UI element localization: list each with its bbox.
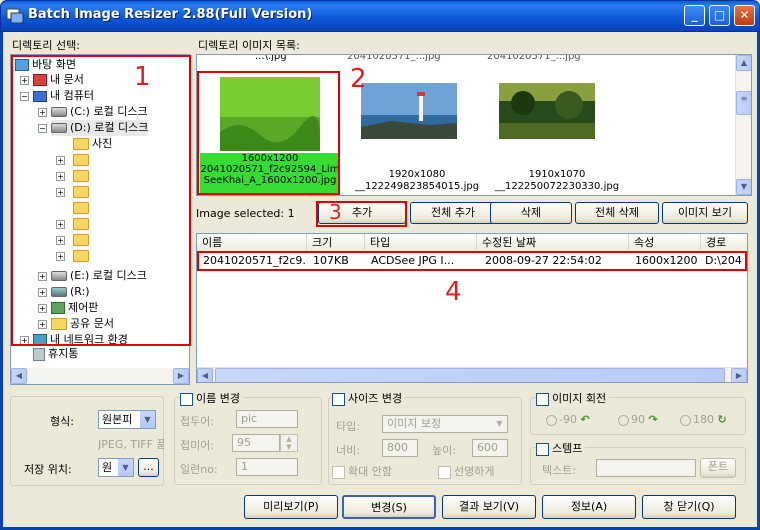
- resize-type-label: 타입:: [336, 420, 360, 433]
- preview-button[interactable]: 미리보기(P): [244, 495, 338, 519]
- checkbox-icon[interactable]: [332, 465, 345, 479]
- info-button[interactable]: 정보(A): [542, 495, 636, 519]
- scroll-left-icon[interactable]: ◀: [11, 368, 27, 384]
- annotation-box-1: [11, 55, 191, 346]
- window-title: Batch Image Resizer 2.88(Full Version): [28, 7, 313, 22]
- tree-item-recycle-bin[interactable]: 휴지통: [33, 346, 78, 362]
- checkbox-icon[interactable]: [180, 392, 193, 406]
- no-enlarge-checkbox[interactable]: 확대 안함: [332, 463, 392, 479]
- table-header: 이름 크기 타입 수정된 날짜 속성 경로: [197, 234, 747, 252]
- column-header-size[interactable]: 크기: [307, 234, 365, 251]
- browse-button[interactable]: ...: [138, 458, 159, 477]
- image-selected-count: Image selected: 1: [196, 207, 295, 220]
- quality-hint: JPEG, TIFF 품질: [98, 438, 164, 451]
- scroll-down-icon[interactable]: ▼: [736, 179, 751, 195]
- save-location-label: 저장 위치:: [24, 463, 72, 476]
- scroll-thumb[interactable]: [215, 368, 725, 382]
- chevron-down-icon[interactable]: ▼: [492, 416, 507, 432]
- thumbnail-image-landscape: [499, 83, 595, 139]
- add-all-button[interactable]: 전체 추가: [410, 202, 496, 224]
- thumbnail-caption: 1910x1070 __122250072230330.jpg: [494, 169, 620, 192]
- suffix-spinner[interactable]: ▲ ▼: [280, 434, 298, 452]
- rotate-right-icon: ↷: [648, 413, 658, 426]
- serial-label: 일련no:: [180, 463, 218, 476]
- table-hscrollbar[interactable]: ◀ ▶: [197, 367, 747, 382]
- image-list-vscrollbar[interactable]: ▲ ≡ ▼: [735, 55, 751, 195]
- width-label: 너비:: [336, 444, 360, 457]
- checkbox-icon[interactable]: [332, 392, 345, 406]
- maximize-button[interactable]: □: [709, 5, 730, 26]
- column-header-attributes[interactable]: 속성: [629, 234, 701, 251]
- format-select[interactable]: 원본피 ▼: [98, 410, 156, 429]
- annotation-number-3: 3: [329, 200, 342, 224]
- app-icon: [6, 8, 24, 24]
- resize-checkbox[interactable]: 사이즈 변경: [332, 390, 406, 406]
- thumbnail-item[interactable]: 1910x1070 __122250072230330.jpg: [487, 73, 627, 195]
- annotation-number-1: 1: [134, 62, 151, 92]
- font-button[interactable]: 폰트: [700, 458, 736, 478]
- delete-all-button[interactable]: 전체 삭제: [575, 202, 659, 224]
- checkbox-icon[interactable]: [536, 392, 549, 406]
- scroll-thumb[interactable]: ≡: [736, 91, 751, 115]
- checkbox-icon[interactable]: [438, 465, 451, 479]
- delete-button[interactable]: 삭제: [490, 202, 572, 224]
- radio-icon[interactable]: [546, 414, 557, 426]
- suffix-label: 접미어:: [180, 439, 215, 452]
- convert-button[interactable]: 변경(S): [342, 495, 436, 519]
- checkbox-icon[interactable]: [536, 442, 549, 456]
- stamp-checkbox[interactable]: 스템프: [536, 440, 586, 456]
- minimize-button[interactable]: _: [684, 5, 705, 26]
- radio-icon[interactable]: [618, 414, 629, 426]
- prefix-label: 접두어:: [180, 415, 215, 428]
- chevron-down-icon[interactable]: ▼: [118, 459, 133, 476]
- width-input[interactable]: 800: [382, 439, 418, 457]
- serial-input[interactable]: 1: [236, 458, 298, 476]
- scroll-right-icon[interactable]: ▶: [731, 368, 747, 382]
- stamp-text-label: 텍스트:: [542, 464, 577, 477]
- rotate-option-180[interactable]: 180 ↻: [680, 413, 727, 426]
- rotate-option-minus90[interactable]: -90 ↶: [546, 413, 590, 426]
- annotation-number-2: 2: [350, 64, 367, 94]
- view-image-button[interactable]: 이미지 보기: [662, 202, 748, 224]
- column-header-path[interactable]: 경로: [701, 234, 747, 251]
- close-button[interactable]: 창 닫기(Q): [642, 495, 736, 519]
- rename-checkbox[interactable]: 이름 변경: [180, 390, 243, 406]
- scroll-left-icon[interactable]: ◀: [197, 368, 213, 382]
- thumbnail-image-lighthouse: [361, 83, 457, 139]
- scroll-up-icon[interactable]: ▲: [736, 55, 751, 71]
- column-header-name[interactable]: 이름: [197, 234, 307, 251]
- height-input[interactable]: 600: [472, 439, 508, 457]
- tree-label: 디렉토리 선택:: [12, 39, 80, 52]
- save-location-select[interactable]: 원 ▼: [98, 458, 134, 477]
- prefix-input[interactable]: pic: [236, 410, 298, 428]
- annotation-number-4: 4: [445, 277, 462, 307]
- tree-hscrollbar[interactable]: ◀ ▶: [10, 368, 190, 385]
- column-header-type[interactable]: 타입: [365, 234, 477, 251]
- rotate-left-icon: ↶: [580, 413, 590, 426]
- recycle-bin-icon: [33, 347, 45, 361]
- scroll-right-icon[interactable]: ▶: [173, 368, 189, 384]
- stamp-text-input[interactable]: [596, 459, 696, 477]
- rotate-180-icon: ↻: [717, 413, 727, 426]
- image-list-label: 디렉토리 이미지 목록:: [198, 39, 300, 52]
- thumbnail-item[interactable]: 1920x1080 __122249823854015.jpg: [347, 73, 487, 195]
- view-result-button[interactable]: 결과 보기(V): [442, 495, 536, 519]
- annotation-box-2: [197, 71, 340, 195]
- thumbnail-caption: 1920x1080 __122249823854015.jpg: [354, 169, 480, 192]
- rotate-checkbox[interactable]: 이미지 회전: [536, 390, 610, 406]
- chevron-down-icon[interactable]: ▼: [140, 411, 155, 428]
- column-header-modified[interactable]: 수정된 날짜: [477, 234, 629, 251]
- rotate-option-90[interactable]: 90 ↷: [618, 413, 658, 426]
- radio-icon[interactable]: [680, 414, 691, 426]
- format-label: 형식:: [50, 415, 74, 428]
- sharpen-checkbox[interactable]: 선명하게: [438, 463, 494, 479]
- resize-type-select[interactable]: 이미지 보정 ▼: [382, 415, 508, 433]
- close-window-button[interactable]: ✕: [734, 5, 755, 26]
- annotation-box-4: [197, 251, 747, 271]
- suffix-input[interactable]: 95: [232, 434, 280, 452]
- height-label: 높이:: [432, 444, 456, 457]
